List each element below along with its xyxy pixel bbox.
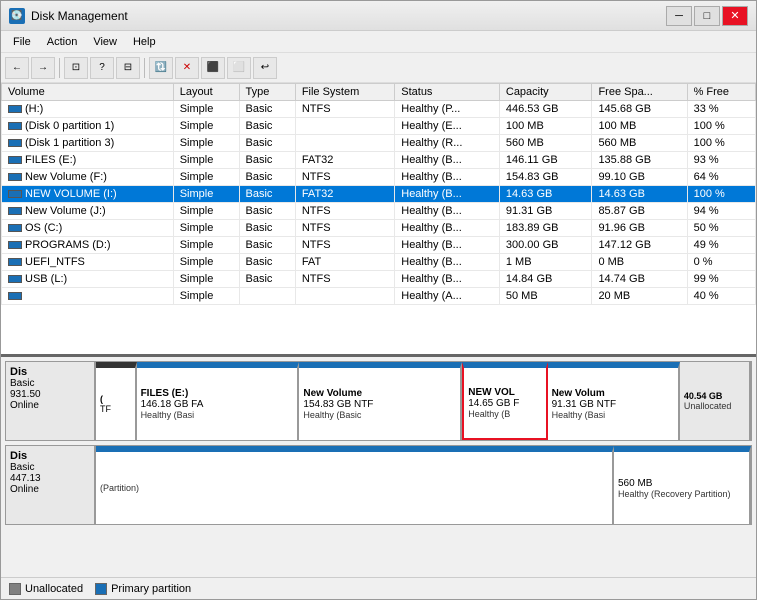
minimize-button[interactable]: ─	[666, 6, 692, 26]
disk-0-name: Dis	[10, 366, 90, 378]
menu-view[interactable]: View	[85, 34, 125, 50]
disk-0-part-newvol3[interactable]: New Volum 91.31 GB NTF Healthy (Basi	[548, 362, 680, 440]
disk-0-size: 931.50	[10, 389, 90, 400]
back-button[interactable]: ←	[5, 57, 29, 79]
table-row[interactable]: SimpleHealthy (A...50 MB20 MB40 %	[2, 288, 756, 305]
toolbar-sep-1	[59, 58, 60, 78]
table-row[interactable]: OS (C:)SimpleBasicNTFSHealthy (B...183.8…	[2, 220, 756, 237]
col-status[interactable]: Status	[395, 84, 500, 101]
main-window: 💽 Disk Management ─ □ ✕ File Action View…	[0, 0, 757, 600]
format-button[interactable]: ⬛	[201, 57, 225, 79]
disk-0-part-newvol2[interactable]: NEW VOL 14.65 GB F Healthy (B	[462, 362, 547, 440]
table-row[interactable]: New Volume (F:)SimpleBasicNTFSHealthy (B…	[2, 169, 756, 186]
col-filesystem[interactable]: File System	[295, 84, 394, 101]
legend-unallocated: Unallocated	[9, 583, 83, 595]
disk-1-size: 447.13	[10, 473, 90, 484]
col-type[interactable]: Type	[239, 84, 295, 101]
disk-graphical-section: Dis Basic 931.50 Online ( TF FILES (E:) …	[1, 357, 756, 577]
menu-bar: File Action View Help	[1, 31, 756, 53]
rescan-button[interactable]: 🔃	[149, 57, 173, 79]
legend-bar: Unallocated Primary partition	[1, 577, 756, 599]
table-row[interactable]: (Disk 1 partition 3)SimpleBasicHealthy (…	[2, 135, 756, 152]
help-button[interactable]: ?	[90, 57, 114, 79]
toolbar: ← → ⊡ ? ⊟ 🔃 ✕ ⬛ ⬜ ↩	[1, 53, 756, 83]
table-row[interactable]: NEW VOLUME (I:)SimpleBasicFAT32Healthy (…	[2, 186, 756, 203]
disk-1-name: Dis	[10, 450, 90, 462]
col-pctfree[interactable]: % Free	[687, 84, 755, 101]
shrink-button[interactable]: ↩	[253, 57, 277, 79]
disk-0-unallocated[interactable]: 40.54 GB Unallocated	[680, 362, 751, 440]
extend-button[interactable]: ⬜	[227, 57, 251, 79]
properties-button[interactable]: ⊟	[116, 57, 140, 79]
disk-1-part-0[interactable]: (Partition)	[96, 446, 614, 524]
disk-mgmt-button[interactable]: ⊡	[64, 57, 88, 79]
disk-0-part-0[interactable]: ( TF	[96, 362, 137, 440]
volume-table: Volume Layout Type File System Status Ca…	[1, 83, 756, 305]
table-row[interactable]: FILES (E:)SimpleBasicFAT32Healthy (B...1…	[2, 152, 756, 169]
disk-1-info: Dis Basic 447.13 Online	[6, 446, 96, 524]
legend-unallocated-label: Unallocated	[25, 583, 83, 595]
disk-0-partitions: ( TF FILES (E:) 146.18 GB FA Healthy (Ba…	[96, 362, 751, 440]
disk-1-part-recovery[interactable]: 560 MB Healthy (Recovery Partition)	[614, 446, 751, 524]
disk-1-partitions: (Partition) 560 MB Healthy (Recovery Par…	[96, 446, 751, 524]
col-capacity[interactable]: Capacity	[499, 84, 592, 101]
disk-0-info: Dis Basic 931.50 Online	[6, 362, 96, 440]
title-bar-left: 💽 Disk Management	[9, 8, 128, 24]
legend-primary-label: Primary partition	[111, 583, 191, 595]
maximize-button[interactable]: □	[694, 6, 720, 26]
toolbar-sep-2	[144, 58, 145, 78]
window-title: Disk Management	[31, 9, 128, 23]
col-layout[interactable]: Layout	[173, 84, 239, 101]
close-button[interactable]: ✕	[722, 6, 748, 26]
table-row[interactable]: USB (L:)SimpleBasicNTFSHealthy (B...14.8…	[2, 271, 756, 288]
disk-0-type: Basic	[10, 378, 90, 389]
table-row[interactable]: (H:)SimpleBasicNTFSHealthy (P...446.53 G…	[2, 101, 756, 118]
menu-help[interactable]: Help	[125, 34, 164, 50]
col-volume[interactable]: Volume	[2, 84, 174, 101]
title-controls: ─ □ ✕	[666, 6, 748, 26]
table-row[interactable]: UEFI_NTFSSimpleBasicFATHealthy (B...1 MB…	[2, 254, 756, 271]
menu-file[interactable]: File	[5, 34, 39, 50]
table-row[interactable]: PROGRAMS (D:)SimpleBasicNTFSHealthy (B..…	[2, 237, 756, 254]
table-row[interactable]: (Disk 0 partition 1)SimpleBasicHealthy (…	[2, 118, 756, 135]
disk-1-status: Online	[10, 484, 90, 495]
menu-action[interactable]: Action	[39, 34, 86, 50]
disk-1-type: Basic	[10, 462, 90, 473]
volume-table-section[interactable]: Volume Layout Type File System Status Ca…	[1, 83, 756, 357]
forward-button[interactable]: →	[31, 57, 55, 79]
title-bar: 💽 Disk Management ─ □ ✕	[1, 1, 756, 31]
delete-button[interactable]: ✕	[175, 57, 199, 79]
legend-primary-box	[95, 583, 107, 595]
app-icon: 💽	[9, 8, 25, 24]
disk-0-part-files[interactable]: FILES (E:) 146.18 GB FA Healthy (Basi	[137, 362, 300, 440]
table-row[interactable]: New Volume (J:)SimpleBasicNTFSHealthy (B…	[2, 203, 756, 220]
disk-0-row: Dis Basic 931.50 Online ( TF FILES (E:) …	[5, 361, 752, 441]
disk-0-part-newvol[interactable]: New Volume 154.83 GB NTF Healthy (Basic	[299, 362, 462, 440]
legend-primary: Primary partition	[95, 583, 191, 595]
disk-1-row: Dis Basic 447.13 Online (Partition) 560 …	[5, 445, 752, 525]
legend-unallocated-box	[9, 583, 21, 595]
main-content: Volume Layout Type File System Status Ca…	[1, 83, 756, 599]
col-freespace[interactable]: Free Spa...	[592, 84, 687, 101]
disk-0-status: Online	[10, 400, 90, 411]
